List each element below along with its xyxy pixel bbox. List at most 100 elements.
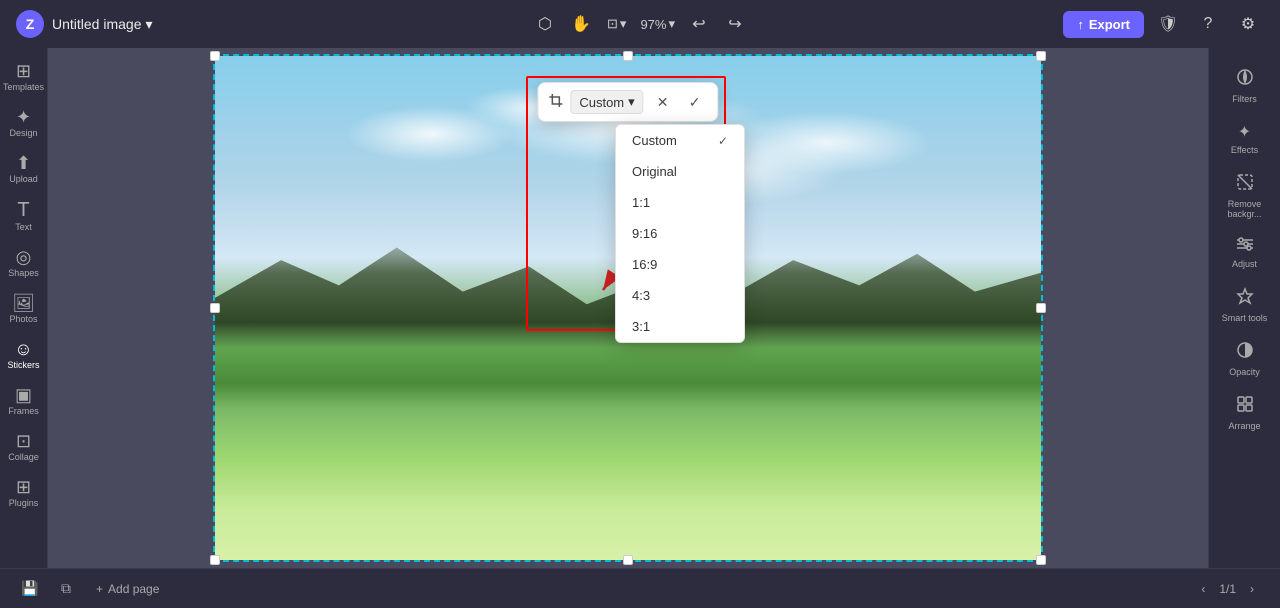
sidebar-item-text-label: Text — [15, 222, 32, 232]
crop-ratio-label: Custom — [579, 95, 624, 110]
crop-close-btn[interactable]: ✕ — [650, 89, 676, 115]
frames-icon: ▣ — [15, 386, 32, 404]
arrange-icon — [1236, 395, 1254, 418]
app-logo: Z — [16, 10, 44, 38]
dropdown-item-3-1-label: 3:1 — [632, 319, 650, 334]
dropdown-item-original[interactable]: Original — [616, 156, 744, 187]
adjust-icon — [1236, 237, 1254, 256]
zoom-value: 97% — [640, 17, 666, 32]
prev-page-btn[interactable]: ‹ — [1191, 577, 1215, 601]
crop-ratio-chevron: ▾ — [628, 94, 635, 110]
next-page-btn[interactable]: › — [1240, 577, 1264, 601]
filters-icon — [1236, 68, 1254, 91]
export-btn[interactable]: ↑ Export — [1063, 11, 1144, 38]
crop-ratio-btn[interactable]: Custom ▾ — [570, 90, 643, 114]
right-sidebar-filters-label: Filters — [1232, 94, 1257, 104]
canvas-area[interactable]: Custom ▾ ✕ ✓ Custom ✓ Original 1:1 9 — [48, 48, 1208, 568]
templates-icon: ⊞ — [16, 62, 31, 80]
crop-confirm-btn[interactable]: ✓ — [682, 89, 708, 115]
handle-bottom-middle[interactable] — [623, 555, 633, 565]
zoom-control[interactable]: 97% ▾ — [636, 16, 679, 32]
dropdown-item-16-9[interactable]: 16:9 — [616, 249, 744, 280]
right-sidebar-remove-bg-label: Remove backgr... — [1217, 199, 1273, 219]
sidebar-item-upload[interactable]: ⬆ Upload — [2, 148, 46, 190]
settings-icon-btn[interactable]: ⚙ — [1232, 8, 1264, 40]
zoom-chevron: ▾ — [668, 16, 675, 32]
sidebar-item-collage-label: Collage — [8, 452, 39, 462]
hand-tool-btn[interactable]: ✋ — [565, 8, 597, 40]
dropdown-item-9-16[interactable]: 9:16 — [616, 218, 744, 249]
right-sidebar-item-arrange[interactable]: Arrange — [1213, 387, 1277, 439]
sidebar-item-photos[interactable]: 🖼 Photos — [2, 288, 46, 330]
dropdown-item-4-3[interactable]: 4:3 — [616, 280, 744, 311]
remove-bg-icon — [1236, 173, 1254, 196]
left-sidebar: ⊞ Templates ✦ Design ⬆ Upload T Text ◎ S… — [0, 48, 48, 568]
shapes-icon: ◎ — [16, 248, 32, 266]
handle-top-middle[interactable] — [623, 51, 633, 61]
smart-tools-icon — [1236, 287, 1254, 310]
dropdown-item-custom[interactable]: Custom ✓ — [616, 125, 744, 156]
sidebar-item-shapes-label: Shapes — [8, 268, 39, 278]
dropdown-item-1-1-label: 1:1 — [632, 195, 650, 210]
design-icon: ✦ — [16, 108, 31, 126]
sidebar-item-stickers[interactable]: ☺ Stickers — [2, 334, 46, 376]
sidebar-item-templates[interactable]: ⊞ Templates — [2, 56, 46, 98]
right-sidebar-smart-tools-label: Smart tools — [1222, 313, 1268, 323]
right-sidebar-item-adjust[interactable]: Adjust — [1213, 229, 1277, 277]
bottom-left: 💾 ⧉ + Add page — [16, 575, 167, 603]
check-icon: ✓ — [689, 94, 701, 111]
help-icon-btn[interactable]: ? — [1192, 8, 1224, 40]
handle-bottom-right[interactable] — [1036, 555, 1046, 565]
add-page-btn[interactable]: + Add page — [88, 578, 167, 600]
frame-tool-btn[interactable]: ⊡ ▾ — [601, 8, 632, 40]
right-sidebar-item-filters[interactable]: Filters — [1213, 60, 1277, 112]
right-sidebar-item-opacity[interactable]: Opacity — [1213, 333, 1277, 385]
dropdown-item-1-1[interactable]: 1:1 — [616, 187, 744, 218]
right-sidebar: Filters ✦ Effects Remove backgr... — [1208, 48, 1280, 568]
shield-icon-btn[interactable]: 🛡 — [1152, 8, 1184, 40]
handle-bottom-left[interactable] — [210, 555, 220, 565]
topbar: Z Untitled image ▾ ⬡ ✋ ⊡ ▾ 97% ▾ ↩ ↪ ↑ E… — [0, 0, 1280, 48]
add-page-icon: + — [96, 582, 103, 596]
handle-top-left[interactable] — [210, 51, 220, 61]
right-sidebar-arrange-label: Arrange — [1228, 421, 1260, 431]
topbar-right: ↑ Export 🛡 ? ⚙ — [1063, 8, 1264, 40]
stickers-icon: ☺ — [14, 340, 32, 358]
main-layout: ⊞ Templates ✦ Design ⬆ Upload T Text ◎ S… — [0, 48, 1280, 568]
sidebar-item-frames[interactable]: ▣ Frames — [2, 380, 46, 422]
dropdown-item-3-1[interactable]: 3:1 — [616, 311, 744, 342]
select-tool-btn[interactable]: ⬡ — [529, 8, 561, 40]
bottom-right: ‹ 1/1 › — [1191, 577, 1264, 601]
sidebar-item-text[interactable]: T Text — [2, 194, 46, 238]
dropdown-item-custom-label: Custom — [632, 133, 677, 148]
sidebar-item-collage[interactable]: ⊡ Collage — [2, 426, 46, 468]
sidebar-item-design-label: Design — [9, 128, 37, 138]
sidebar-item-design[interactable]: ✦ Design — [2, 102, 46, 144]
dropdown-item-9-16-label: 9:16 — [632, 226, 657, 241]
doc-title-text: Untitled image — [52, 16, 142, 32]
doc-title[interactable]: Untitled image ▾ — [52, 16, 153, 33]
right-sidebar-item-effects[interactable]: ✦ Effects — [1213, 114, 1277, 163]
dropdown-check-custom: ✓ — [718, 134, 728, 148]
handle-middle-left[interactable] — [210, 303, 220, 313]
right-sidebar-opacity-label: Opacity — [1229, 367, 1260, 377]
copy-icon-btn[interactable]: ⧉ — [52, 575, 80, 603]
export-icon: ↑ — [1077, 17, 1084, 32]
save-icon-btn[interactable]: 💾 — [16, 575, 44, 603]
opacity-icon — [1236, 341, 1254, 364]
right-sidebar-item-smart-tools[interactable]: Smart tools — [1213, 279, 1277, 331]
handle-middle-right[interactable] — [1036, 303, 1046, 313]
sidebar-item-plugins-label: Plugins — [9, 498, 39, 508]
sidebar-item-shapes[interactable]: ◎ Shapes — [2, 242, 46, 284]
redo-btn[interactable]: ↪ — [719, 8, 751, 40]
sidebar-item-plugins[interactable]: ⊞ Plugins — [2, 472, 46, 514]
plugins-icon: ⊞ — [16, 478, 31, 496]
right-sidebar-item-remove-bg[interactable]: Remove backgr... — [1213, 165, 1277, 227]
frame-caret: ▾ — [620, 16, 627, 32]
handle-top-right[interactable] — [1036, 51, 1046, 61]
frame-icon: ⊡ — [607, 16, 618, 32]
text-icon: T — [17, 200, 29, 220]
bottom-bar: 💾 ⧉ + Add page ‹ 1/1 › — [0, 568, 1280, 608]
undo-btn[interactable]: ↩ — [683, 8, 715, 40]
topbar-left: Z Untitled image ▾ — [16, 10, 153, 38]
